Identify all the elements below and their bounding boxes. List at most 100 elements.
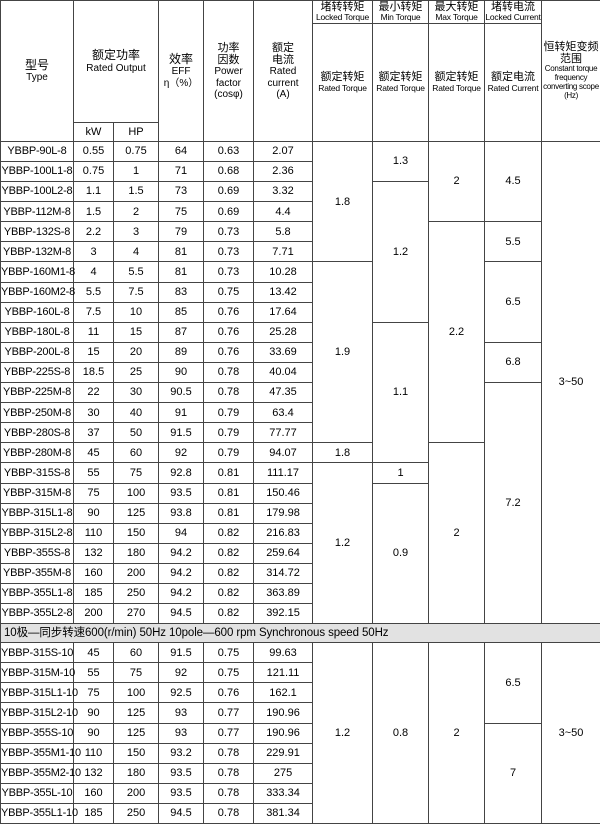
locked-torque-cell: 1.9 — [313, 262, 373, 443]
power-factor-cell: 0.78 — [204, 383, 254, 403]
header-min-torque-den-en: Rated Torque — [373, 84, 428, 94]
efficiency-cell: 73 — [159, 182, 204, 202]
efficiency-cell: 93.8 — [159, 503, 204, 523]
efficiency-cell: 92.5 — [159, 683, 204, 703]
model-cell: YBBP-132S-8 — [1, 222, 74, 242]
rated-current-cell: 2.36 — [254, 162, 313, 182]
rated-output-kw-cell: 185 — [74, 583, 114, 603]
header-power-factor: 功率 因数 Power factor (cosφ) — [204, 1, 254, 142]
rated-current-cell: 333.34 — [254, 783, 313, 803]
efficiency-cell: 90.5 — [159, 383, 204, 403]
model-cell: YBBP-315L2-8 — [1, 523, 74, 543]
model-cell: YBBP-250M-8 — [1, 403, 74, 423]
power-factor-cell: 0.73 — [204, 242, 254, 262]
efficiency-cell: 91.5 — [159, 643, 204, 663]
rated-output-hp-cell: 3 — [114, 222, 159, 242]
efficiency-cell: 87 — [159, 322, 204, 342]
rated-current-cell: 162.1 — [254, 683, 313, 703]
power-factor-cell: 0.76 — [204, 322, 254, 342]
power-factor-cell: 0.79 — [204, 443, 254, 463]
model-cell: YBBP-315S-8 — [1, 463, 74, 483]
power-factor-cell: 0.82 — [204, 583, 254, 603]
rated-output-hp-cell: 200 — [114, 563, 159, 583]
rated-output-hp-cell: 25 — [114, 362, 159, 382]
efficiency-cell: 93 — [159, 703, 204, 723]
power-factor-cell: 0.78 — [204, 362, 254, 382]
efficiency-cell: 90 — [159, 362, 204, 382]
rated-output-kw-cell: 160 — [74, 563, 114, 583]
rated-current-cell: 190.96 — [254, 703, 313, 723]
rated-output-kw-cell: 15 — [74, 342, 114, 362]
rated-current-cell: 392.15 — [254, 604, 313, 624]
min-torque-cell: 1.1 — [373, 322, 429, 463]
rated-current-cell: 25.28 — [254, 322, 313, 342]
rated-current-cell: 17.64 — [254, 302, 313, 322]
efficiency-cell: 93 — [159, 723, 204, 743]
efficiency-cell: 93.5 — [159, 763, 204, 783]
efficiency-cell: 64 — [159, 141, 204, 161]
rated-current-cell: 7.71 — [254, 242, 313, 262]
rated-output-hp-cell: 4 — [114, 242, 159, 262]
header-locked-current-en: Locked Current — [485, 13, 541, 23]
rated-output-hp-cell: 200 — [114, 783, 159, 803]
efficiency-cell: 81 — [159, 262, 204, 282]
model-cell: YBBP-180L-8 — [1, 322, 74, 342]
rated-current-cell: 229.91 — [254, 743, 313, 763]
section-title: 10极—同步转速600(r/min) 50Hz 10pole—600 rpm S… — [1, 624, 600, 643]
rated-current-cell: 111.17 — [254, 463, 313, 483]
rated-output-kw-cell: 0.75 — [74, 162, 114, 182]
power-factor-cell: 0.76 — [204, 342, 254, 362]
rated-current-cell: 94.07 — [254, 443, 313, 463]
rated-current-cell: 47.35 — [254, 383, 313, 403]
model-cell: YBBP-315L2-10 — [1, 703, 74, 723]
header-max-torque-den: 额定转矩 Rated Torque — [429, 23, 485, 141]
locked-current-cell: 7.2 — [485, 383, 542, 624]
const-torque-cell: 3~50 — [542, 643, 600, 824]
motor-specification-table: 型号 Type 额定功率 Rated Output 效率 EFF η（%） 功率… — [0, 0, 600, 824]
min-torque-cell: 1 — [373, 463, 429, 483]
header-min-torque-den-zh: 额定转矩 — [373, 71, 428, 83]
rated-current-cell: 314.72 — [254, 563, 313, 583]
header-rated-current-en3: (A) — [254, 89, 312, 100]
rated-output-hp-cell: 1 — [114, 162, 159, 182]
model-cell: YBBP-100L2-8 — [1, 182, 74, 202]
rated-output-hp-cell: 40 — [114, 403, 159, 423]
rated-output-kw-cell: 4 — [74, 262, 114, 282]
efficiency-cell: 94.2 — [159, 583, 204, 603]
header-max-torque-den-en: Rated Torque — [429, 84, 484, 94]
header-locked-current-num: 堵转电流 Locked Current — [485, 1, 542, 24]
efficiency-cell: 75 — [159, 202, 204, 222]
header-power-factor-zh: 功率 — [204, 42, 253, 54]
rated-output-hp-cell: 125 — [114, 703, 159, 723]
rated-output-hp-cell: 10 — [114, 302, 159, 322]
locked-current-cell: 6.5 — [485, 262, 542, 342]
rated-current-cell: 4.4 — [254, 202, 313, 222]
min-torque-cell: 1.2 — [373, 182, 429, 323]
model-cell: YBBP-355L-10 — [1, 783, 74, 803]
rated-current-cell: 121.11 — [254, 663, 313, 683]
model-cell: YBBP-315M-10 — [1, 663, 74, 683]
efficiency-cell: 94 — [159, 523, 204, 543]
power-factor-cell: 0.73 — [204, 222, 254, 242]
table-body: YBBP-90L-80.550.75640.632.071.81.324.53~… — [1, 141, 600, 823]
header-locked-torque-den-en: Rated Torque — [313, 84, 372, 94]
rated-output-hp-cell: 30 — [114, 383, 159, 403]
power-factor-cell: 0.81 — [204, 503, 254, 523]
max-torque-cell: 2 — [429, 443, 485, 624]
model-cell: YBBP-315L1-8 — [1, 503, 74, 523]
rated-output-kw-cell: 200 — [74, 604, 114, 624]
table-row: YBBP-90L-80.550.75640.632.071.81.324.53~… — [1, 141, 600, 161]
model-cell: YBBP-160M2-8 — [1, 282, 74, 302]
rated-output-kw-cell: 18.5 — [74, 362, 114, 382]
rated-output-kw-cell: 132 — [74, 763, 114, 783]
rated-output-hp-cell: 60 — [114, 443, 159, 463]
power-factor-cell: 0.82 — [204, 563, 254, 583]
rated-output-hp-cell: 100 — [114, 683, 159, 703]
power-factor-cell: 0.78 — [204, 783, 254, 803]
rated-output-hp-cell: 7.5 — [114, 282, 159, 302]
rated-output-kw-cell: 37 — [74, 423, 114, 443]
rated-current-cell: 381.34 — [254, 803, 313, 823]
model-cell: YBBP-355M-8 — [1, 563, 74, 583]
power-factor-cell: 0.78 — [204, 803, 254, 823]
header-locked-torque-den: 额定转矩 Rated Torque — [313, 23, 373, 141]
